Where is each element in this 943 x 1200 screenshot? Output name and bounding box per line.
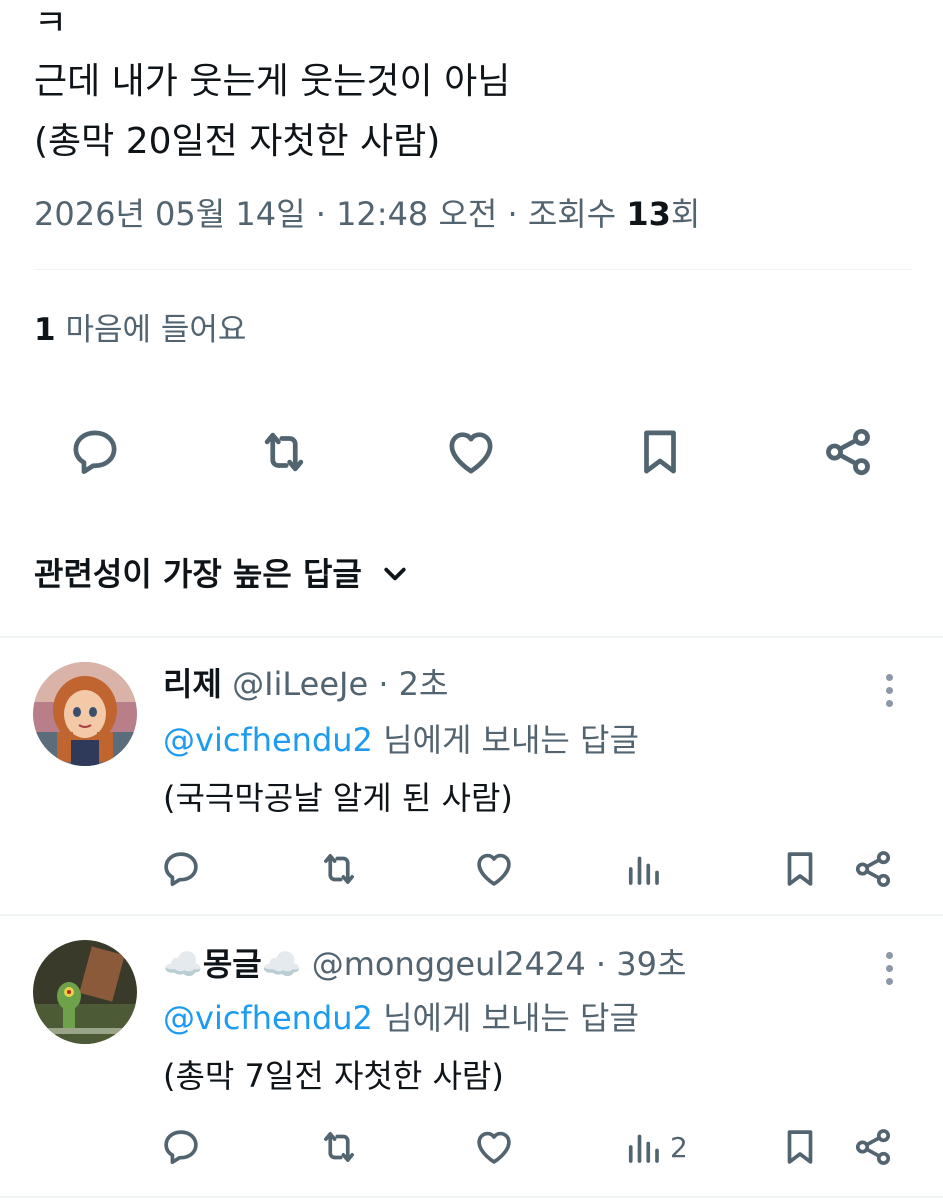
reply-icon [73, 430, 117, 474]
bookmark-button[interactable] [779, 1124, 821, 1170]
meta-separator: · [315, 195, 326, 233]
like-button[interactable] [473, 846, 515, 892]
user-handle[interactable]: @IiLeeJe [232, 665, 368, 703]
reply-item[interactable]: 리제 @IiLeeJe · 2초 @vicfhendu2 님에게 보내는 답글 … [0, 638, 943, 914]
retweet-button[interactable] [256, 424, 312, 480]
tweet-text-line-3: (총막 20일전 자첫한 사람) [34, 121, 441, 162]
meta-separator: · [595, 945, 607, 983]
meta-separator: · [507, 195, 518, 233]
views-button[interactable] [622, 846, 670, 892]
tweet-meta: 2026년 05월 14일 · 12:48 오전 · 조회수 13회 [34, 192, 700, 236]
reply-to-label: 님에게 보내는 답글 [383, 999, 639, 1037]
user-handle[interactable]: @monggeul2424 [312, 945, 586, 983]
bookmark-icon [787, 852, 813, 886]
retweet-icon [324, 854, 354, 884]
mention-link[interactable]: @vicfhendu2 [163, 721, 373, 759]
retweet-icon [324, 1132, 354, 1162]
analytics-icon [628, 1134, 659, 1163]
reply-header: 리제 @IiLeeJe · 2초 [163, 662, 448, 706]
share-icon [855, 851, 891, 887]
reply-header: ☁️몽글☁️ @monggeul2424 · 39초 [163, 942, 686, 986]
divider [0, 1196, 943, 1198]
tweet-text-line-2: 근데 내가 웃는게 웃는것이 아님 [34, 61, 511, 102]
display-name[interactable]: 몽글 [203, 945, 262, 983]
replying-to: @vicfhendu2 님에게 보내는 답글 [163, 718, 639, 762]
views-suffix: 회 [670, 195, 701, 233]
share-button[interactable] [852, 1124, 894, 1170]
tweet-text-line-1: ㅋ [34, 3, 68, 44]
likes-count: 1 [34, 312, 56, 348]
display-name[interactable]: 리제 [163, 665, 222, 703]
bookmark-button[interactable] [779, 846, 821, 892]
avatar-image [33, 662, 137, 766]
mention-link[interactable]: @vicfhendu2 [163, 999, 373, 1037]
reply-to-label: 님에게 보내는 답글 [383, 721, 639, 759]
share-icon [855, 1129, 891, 1165]
like-button[interactable] [443, 424, 499, 480]
reply-text: (국극막공날 알게 된 사람) [163, 779, 513, 817]
cloud-icon: ☁️ [261, 945, 302, 983]
bookmark-icon [644, 430, 676, 474]
reply-time[interactable]: 39초 [616, 945, 686, 983]
tweet-date[interactable]: 2026년 05월 14일 [34, 195, 306, 233]
like-button[interactable] [473, 1124, 515, 1170]
bookmark-button[interactable] [632, 424, 688, 480]
tweet-time[interactable]: 12:48 오전 [336, 195, 497, 233]
replying-to: @vicfhendu2 님에게 보내는 답글 [163, 996, 639, 1040]
heart-icon [449, 432, 493, 474]
divider [34, 269, 912, 270]
chevron-down-icon [384, 567, 406, 581]
views-button[interactable]: 2 [622, 1124, 688, 1170]
meta-separator: · [378, 665, 389, 703]
retweet-button[interactable] [318, 1124, 360, 1170]
avatar-image [33, 940, 137, 1044]
retweet-icon [264, 432, 304, 472]
likes-summary[interactable]: 1 마음에 들어요 [34, 310, 246, 350]
share-button[interactable] [820, 424, 876, 480]
reply-icon [164, 852, 198, 887]
more-options-button[interactable] [874, 668, 904, 712]
share-button[interactable] [852, 846, 894, 892]
avatar[interactable] [33, 940, 137, 1044]
analytics-icon [628, 856, 659, 885]
sort-label: 관련성이 가장 높은 답글 [34, 555, 362, 593]
reply-icon [164, 1130, 198, 1165]
heart-icon [477, 1131, 511, 1164]
reply-item[interactable]: ☁️몽글☁️ @monggeul2424 · 39초 @vicfhendu2 님… [0, 916, 943, 1200]
reply-button[interactable] [67, 424, 123, 480]
likes-label: 마음에 들어요 [65, 312, 247, 348]
heart-icon [477, 853, 511, 886]
views-label: 조회수 [527, 195, 617, 233]
more-options-button[interactable] [874, 946, 904, 990]
avatar[interactable] [33, 662, 137, 766]
retweet-button[interactable] [318, 846, 360, 892]
reply-time[interactable]: 2초 [399, 665, 449, 703]
reply-sort-dropdown[interactable]: 관련성이 가장 높은 답글 [34, 552, 410, 596]
reply-button[interactable] [160, 1124, 202, 1170]
reply-button[interactable] [160, 846, 202, 892]
views-count: 13 [626, 195, 671, 233]
share-icon [826, 428, 870, 476]
cloud-icon: ☁️ [163, 945, 203, 983]
bookmark-icon [787, 1130, 813, 1164]
views-count: 2 [670, 1130, 688, 1164]
reply-text: (총막 7일전 자첫한 사람) [163, 1057, 504, 1095]
